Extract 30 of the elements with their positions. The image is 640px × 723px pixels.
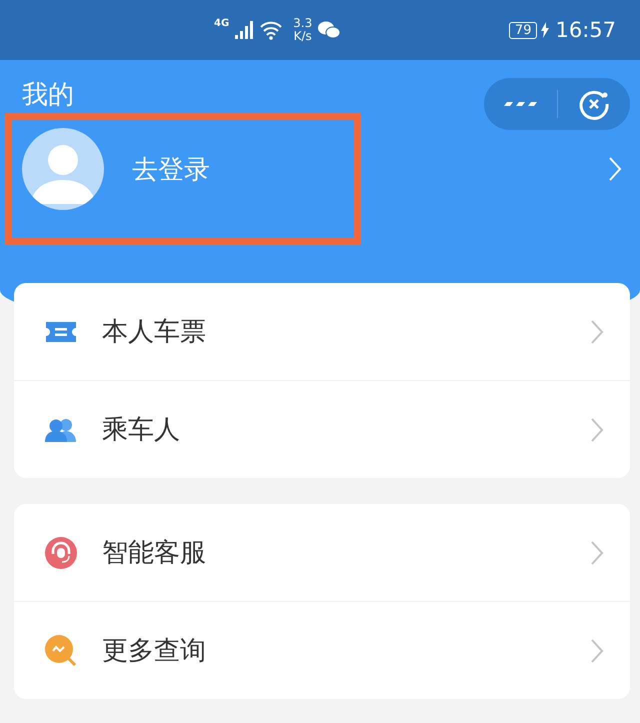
- chat-search-icon: [44, 634, 78, 668]
- chevron-icon: [590, 416, 604, 442]
- more-icon: [502, 100, 538, 108]
- wifi-icon: [259, 20, 284, 40]
- menu-item-label: 智能客服: [102, 537, 207, 570]
- menu-item[interactable]: 乘车人: [14, 380, 630, 478]
- speed-unit: K/s: [294, 30, 312, 43]
- charging-icon: [541, 22, 550, 38]
- menu-item-label: 本人车票: [102, 316, 207, 349]
- menu-item[interactable]: 本人车票: [14, 283, 630, 380]
- menu-item[interactable]: 智能客服: [14, 504, 630, 601]
- menu-item-label: 乘车人: [102, 414, 181, 447]
- speed-value: 3.3: [293, 17, 312, 30]
- chevron-icon: [608, 156, 622, 182]
- chevron-icon: [590, 540, 604, 566]
- menu-item-label: 更多查询: [102, 635, 207, 668]
- chevron-icon: [590, 318, 604, 344]
- ticket-icon: [44, 320, 78, 344]
- menu-item[interactable]: 更多查询: [14, 601, 630, 699]
- login-label: 去登录: [132, 154, 211, 186]
- clock-time: 16:57: [555, 18, 616, 42]
- close-icon: [578, 88, 610, 120]
- people-icon: [44, 416, 78, 442]
- chat-bubbles-icon: [318, 21, 340, 39]
- page-title: 我的: [22, 80, 74, 110]
- chevron-icon: [590, 638, 604, 664]
- signal-icon: [235, 21, 254, 39]
- headset-icon: [44, 536, 78, 570]
- network-type: 4G: [214, 18, 230, 29]
- battery-level: 79: [508, 22, 538, 38]
